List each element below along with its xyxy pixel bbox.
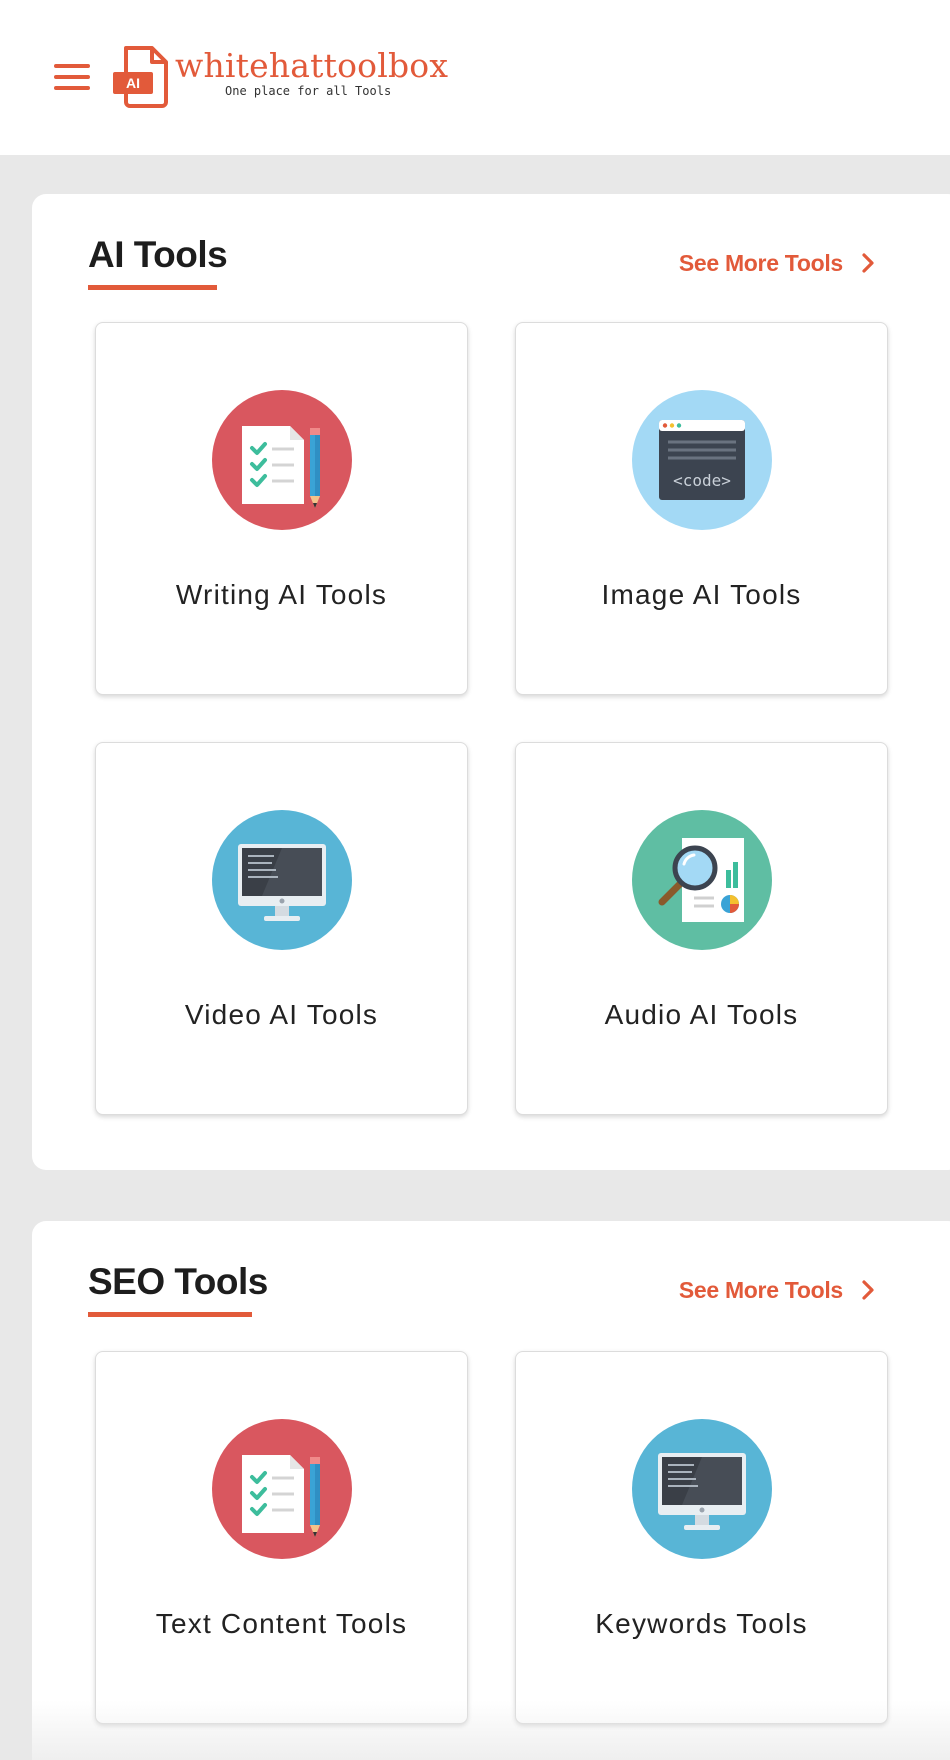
monitor-code-icon <box>212 810 352 950</box>
card-label: Audio AI Tools <box>604 999 799 1030</box>
site-header: AI whitehattoolbox One place for all Too… <box>0 0 950 155</box>
chevron-right-icon <box>862 1280 874 1300</box>
chevron-right-icon <box>862 253 874 273</box>
code-window-icon: <code> <box>632 390 772 530</box>
section-title-underline <box>88 285 217 290</box>
brand-tagline: One place for all Tools <box>225 84 392 98</box>
svg-text:<code>: <code> <box>673 471 731 490</box>
card-label: Image AI Tools <box>601 579 802 610</box>
ai-tools-section: AI Tools See More Tools Writing AI Tools <box>32 194 950 1170</box>
seo-tools-section: SEO Tools See More Tools Text Content To… <box>32 1221 950 1760</box>
tool-card-keywords[interactable]: Keywords Tools <box>515 1351 888 1724</box>
card-label: Video AI Tools <box>184 999 379 1030</box>
card-label: Writing AI Tools <box>175 579 388 610</box>
hamburger-menu-icon[interactable] <box>54 64 90 90</box>
tool-card-text-content[interactable]: Text Content Tools <box>95 1351 468 1724</box>
card-label: Keywords Tools <box>595 1608 808 1639</box>
see-more-tools-link[interactable]: See More Tools <box>679 1277 875 1304</box>
tool-card-audio-ai[interactable]: Audio AI Tools <box>515 742 888 1115</box>
logo-badge-text: AI <box>126 75 140 91</box>
tool-card-video-ai[interactable]: Video AI Tools <box>95 742 468 1115</box>
card-label: Text Content Tools <box>155 1608 408 1639</box>
monitor-code-icon <box>632 1419 772 1559</box>
see-more-label: See More Tools <box>678 250 843 276</box>
ai-document-logo-icon[interactable]: AI <box>112 44 170 108</box>
section-title: SEO Tools <box>88 1261 268 1302</box>
section-title-underline <box>88 1312 252 1317</box>
brand-name[interactable]: whitehattoolbox <box>175 46 448 85</box>
section-title: AI Tools <box>88 234 228 275</box>
magnifier-report-icon <box>632 810 772 950</box>
checklist-pencil-icon <box>212 1419 352 1559</box>
tool-card-writing-ai[interactable]: Writing AI Tools <box>95 322 468 695</box>
see-more-label: See More Tools <box>678 1277 843 1303</box>
checklist-pencil-icon <box>212 390 352 530</box>
see-more-tools-link[interactable]: See More Tools <box>679 250 875 277</box>
tool-card-image-ai[interactable]: <code> Image AI Tools <box>515 322 888 695</box>
